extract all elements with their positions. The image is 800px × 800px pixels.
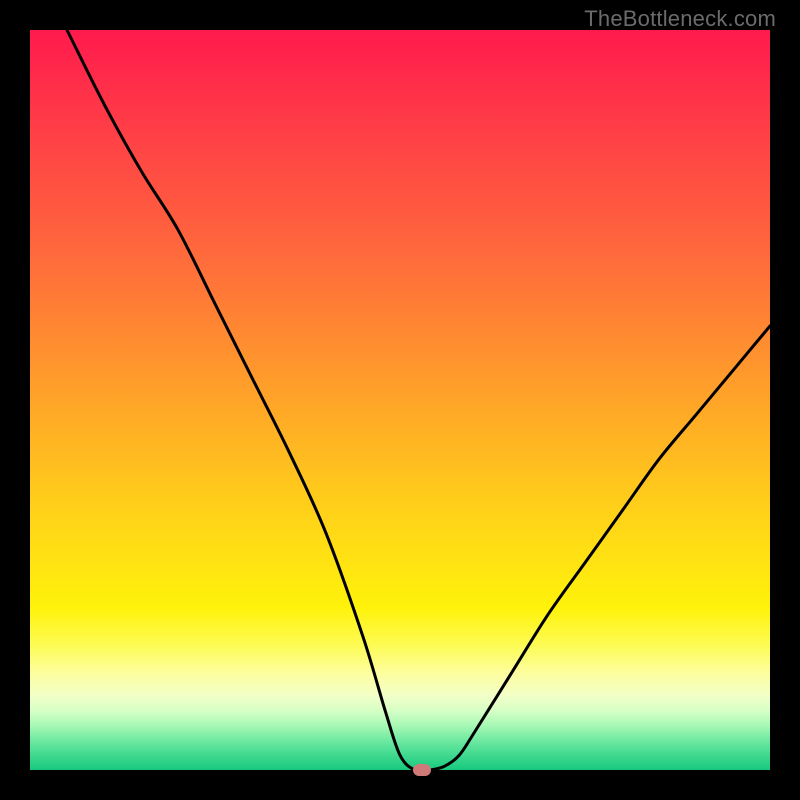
minimum-marker [413,764,431,776]
bottleneck-curve [30,30,770,770]
watermark-text: TheBottleneck.com [584,6,776,32]
plot-area [30,30,770,770]
chart-frame: TheBottleneck.com [0,0,800,800]
